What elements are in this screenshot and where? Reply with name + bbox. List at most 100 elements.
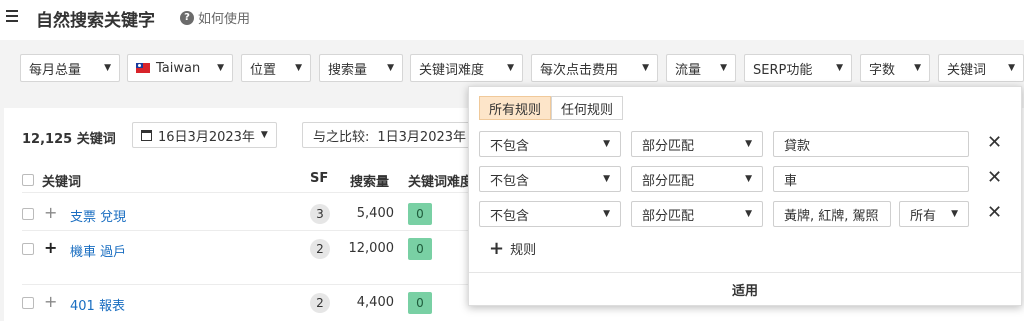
tab-any-rules[interactable]: 任何规则 xyxy=(551,96,624,120)
keyword-link[interactable]: 401 報表 xyxy=(70,295,125,314)
rule-condition-value: 不包含 xyxy=(490,208,530,224)
date-label: 16日3月2023年 xyxy=(158,129,255,145)
rule-scope-select[interactable]: 所有 ▼ xyxy=(899,201,969,227)
filter-traffic[interactable]: 流量 ▼ xyxy=(666,54,736,82)
sf-badge[interactable]: 3 xyxy=(310,204,330,224)
remove-rule-icon[interactable]: ✕ xyxy=(987,134,1002,152)
menu-icon[interactable] xyxy=(6,10,18,22)
filter-country[interactable]: Taiwan ▼ xyxy=(127,54,233,82)
add-rule-button[interactable]: + 规则 xyxy=(489,239,536,258)
rule-condition-select[interactable]: 不包含 ▼ xyxy=(479,166,621,192)
col-sf[interactable]: SF xyxy=(310,171,328,186)
chevron-down-icon: ▼ xyxy=(603,209,610,219)
keyword-link[interactable]: 支票 兌現 xyxy=(70,206,126,225)
keyword-link[interactable]: 機車 過戶 xyxy=(70,241,126,260)
chevron-down-icon: ▼ xyxy=(951,209,958,219)
chevron-down-icon: ▼ xyxy=(745,209,752,219)
taiwan-flag-icon xyxy=(136,63,150,73)
apply-button[interactable]: 适用 xyxy=(469,280,1021,299)
add-icon[interactable]: + xyxy=(44,294,57,310)
chevron-down-icon: ▼ xyxy=(745,174,752,184)
kd-badge: 0 xyxy=(408,203,432,225)
help-link[interactable]: ? 如何使用 xyxy=(180,8,250,27)
chevron-down-icon: ▼ xyxy=(914,63,921,73)
filter-volume[interactable]: 搜索量 ▼ xyxy=(319,54,403,82)
chevron-down-icon: ▼ xyxy=(745,139,752,149)
chevron-down-icon: ▼ xyxy=(507,63,514,73)
chevron-down-icon: ▼ xyxy=(217,63,224,73)
filter-words-label: 字数 xyxy=(869,62,896,78)
chevron-down-icon: ▼ xyxy=(836,63,843,73)
chevron-down-icon: ▼ xyxy=(295,63,302,73)
filter-kd[interactable]: 关键词难度 ▼ xyxy=(410,54,523,82)
chevron-down-icon: ▼ xyxy=(1008,63,1015,73)
add-icon[interactable]: + xyxy=(44,205,57,221)
filter-kd-label: 关键词难度 xyxy=(419,62,485,78)
rule-condition-value: 不包含 xyxy=(490,138,530,154)
filter-country-label: Taiwan xyxy=(156,60,201,76)
keyword-filter-popup: 所有规则 任何规则 不包含 ▼ 部分匹配 ▼ 貸款 ✕ 不包含 ▼ 部分匹配 ▼ 車 ✕… xyxy=(468,86,1022,306)
rule-condition-select[interactable]: 不包含 ▼ xyxy=(479,201,621,227)
calendar-icon xyxy=(141,129,152,141)
select-all-checkbox[interactable] xyxy=(22,174,34,186)
rule-mode-tabs: 所有规则 任何规则 xyxy=(479,96,624,120)
divider xyxy=(22,230,482,231)
rule-match-value: 部分匹配 xyxy=(642,173,695,189)
rule-match-select[interactable]: 部分匹配 ▼ xyxy=(631,201,763,227)
chevron-down-icon: ▼ xyxy=(603,174,610,184)
rule-value-input[interactable]: 黃牌, 紅牌, 駕照 xyxy=(773,201,891,227)
chevron-down-icon: ▼ xyxy=(387,63,394,73)
filter-monthly[interactable]: 每月总量 ▼ xyxy=(20,54,120,82)
page-title: 自然搜索关键字 xyxy=(36,11,155,31)
filter-monthly-label: 每月总量 xyxy=(29,62,82,78)
filter-serp[interactable]: SERP功能 ▼ xyxy=(744,54,852,82)
volume-value: 12,000 xyxy=(348,241,395,256)
compare-date: 1日3月2023年 xyxy=(377,129,467,145)
filter-traffic-label: 流量 xyxy=(675,62,702,78)
sf-badge[interactable]: 2 xyxy=(310,239,330,259)
filter-keywords[interactable]: 关键词 ▼ xyxy=(938,54,1024,82)
add-rule-label: 规则 xyxy=(510,243,537,258)
add-icon[interactable]: + xyxy=(44,240,57,256)
tab-all-rules[interactable]: 所有规则 xyxy=(479,96,552,120)
divider xyxy=(22,284,482,285)
rule-match-value: 部分匹配 xyxy=(642,138,695,154)
row-checkbox[interactable] xyxy=(22,208,34,220)
filter-cpc[interactable]: 每次点击费用 ▼ xyxy=(531,54,658,82)
row-checkbox[interactable] xyxy=(22,297,34,309)
filter-serp-label: SERP功能 xyxy=(753,62,813,78)
filter-position-label: 位置 xyxy=(250,62,277,78)
chevron-down-icon: ▼ xyxy=(260,130,268,140)
chevron-down-icon: ▼ xyxy=(720,63,727,73)
date-picker[interactable]: 16日3月2023年 ▼ xyxy=(132,122,277,148)
col-volume[interactable]: 搜索量 xyxy=(350,171,389,190)
keyword-count: 12,125 关键词 xyxy=(22,132,116,147)
rule-value-input[interactable]: 車 xyxy=(773,166,969,192)
remove-rule-icon[interactable]: ✕ xyxy=(987,204,1002,222)
page-header: 自然搜索关键字 ? 如何使用 xyxy=(0,0,1024,36)
remove-rule-icon[interactable]: ✕ xyxy=(987,169,1002,187)
col-kd[interactable]: 关键词难度 xyxy=(408,171,473,190)
filter-keywords-label: 关键词 xyxy=(947,62,987,78)
row-checkbox[interactable] xyxy=(22,243,34,255)
chevron-down-icon: ▼ xyxy=(104,63,111,73)
filter-words[interactable]: 字数 ▼ xyxy=(860,54,930,82)
rule-match-value: 部分匹配 xyxy=(642,208,695,224)
chevron-down-icon: ▼ xyxy=(642,63,649,73)
rule-value-input[interactable]: 貸款 xyxy=(773,131,969,157)
sf-badge[interactable]: 2 xyxy=(310,293,330,313)
compare-picker[interactable]: 与之比较: 1日3月2023年 xyxy=(302,122,482,148)
help-icon: ? xyxy=(180,10,194,25)
chevron-down-icon: ▼ xyxy=(603,139,610,149)
filter-position[interactable]: 位置 ▼ xyxy=(241,54,311,82)
volume-value: 5,400 xyxy=(356,206,394,221)
rule-condition-select[interactable]: 不包含 ▼ xyxy=(479,131,621,157)
col-keyword[interactable]: 关键词 xyxy=(42,171,81,190)
filter-cpc-label: 每次点击费用 xyxy=(540,62,619,78)
kd-badge: 0 xyxy=(408,292,432,314)
help-label: 如何使用 xyxy=(198,12,251,27)
rule-match-select[interactable]: 部分匹配 ▼ xyxy=(631,131,763,157)
rule-match-select[interactable]: 部分匹配 ▼ xyxy=(631,166,763,192)
kd-badge: 0 xyxy=(408,238,432,260)
volume-value: 4,400 xyxy=(356,295,394,310)
